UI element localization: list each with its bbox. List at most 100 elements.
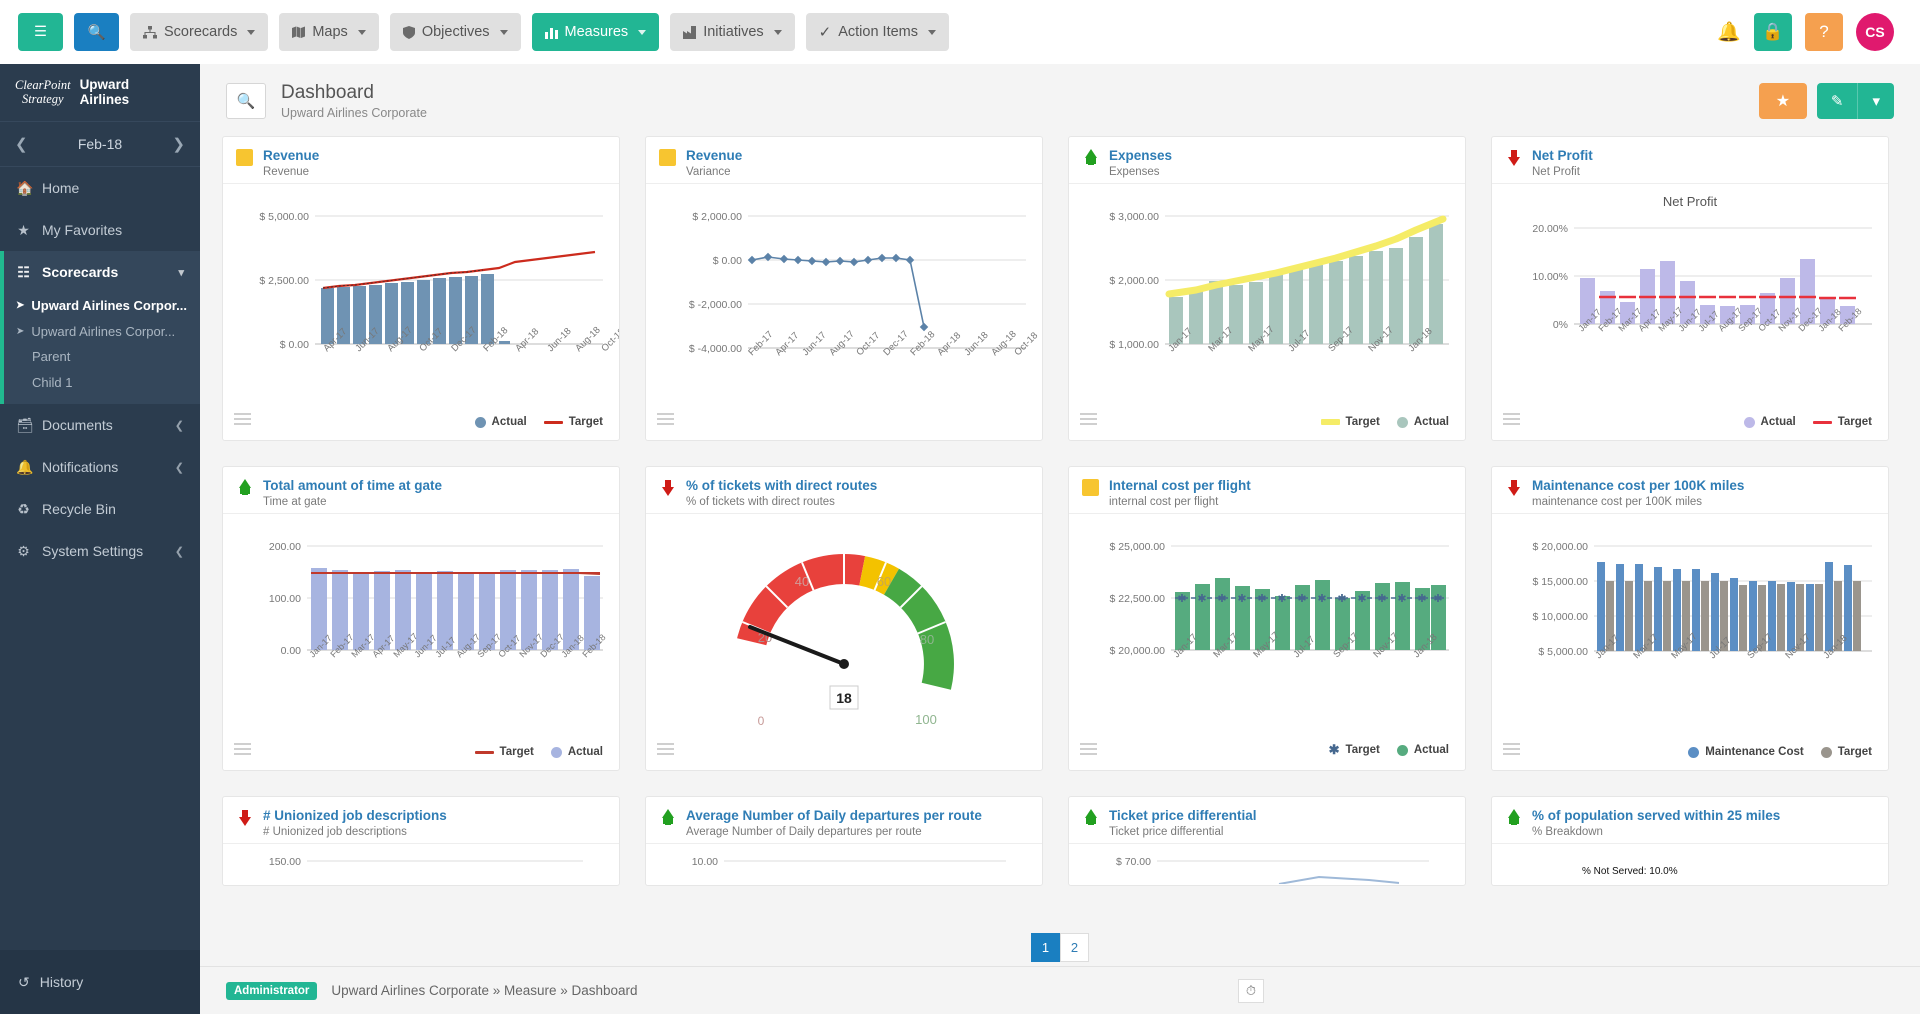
svg-text:$ 22,500.00: $ 22,500.00 xyxy=(1110,593,1166,605)
edit-dashboard-button[interactable]: ✎ ▾ xyxy=(1817,83,1894,119)
brand-logo[interactable]: ClearPoint Strategy Upward Airlines xyxy=(0,64,200,122)
avatar-initials: CS xyxy=(1865,24,1884,40)
chart-svg: $ 5,000.00 $ 2,500.00 $ 0.00 xyxy=(223,184,619,392)
scorecard-child-1[interactable]: ➤ Upward Airlines Corpor... xyxy=(4,319,200,345)
hamburger-menu-button[interactable]: ☰ xyxy=(18,13,63,51)
nav-maps-label: Maps xyxy=(312,24,347,40)
lock-button[interactable]: 🔒 xyxy=(1754,13,1792,51)
sidebar-item-home[interactable]: 🏠 Home xyxy=(0,167,200,209)
sidebar-item-recycle-bin[interactable]: ♻ Recycle Bin xyxy=(0,488,200,530)
card-header: % of population served within 25 miles %… xyxy=(1492,797,1888,844)
chart-menu-button[interactable] xyxy=(1503,743,1520,758)
chart-menu-button[interactable] xyxy=(1503,413,1520,428)
status-indicator-up-arrow xyxy=(659,809,676,826)
page-search-button[interactable]: 🔍 xyxy=(226,83,266,119)
page-button-2[interactable]: 2 xyxy=(1060,933,1089,962)
page-actions: ★ ✎ ▾ xyxy=(1759,83,1894,119)
avatar[interactable]: CS xyxy=(1856,13,1894,51)
card-internal-cost-per-flight[interactable]: Internal cost per flight internal cost p… xyxy=(1068,466,1466,771)
chart-menu-button[interactable] xyxy=(657,743,674,758)
svg-text:Apr-18: Apr-18 xyxy=(935,330,963,358)
card-net-profit[interactable]: Net Profit Net Profit Net Profit 20.00% … xyxy=(1491,136,1889,441)
legend-item[interactable]: Target xyxy=(1821,746,1872,758)
card-average-daily-departures[interactable]: Average Number of Daily departures per r… xyxy=(645,796,1043,886)
chart-menu-button[interactable] xyxy=(1080,743,1097,758)
nav-measures[interactable]: Measures xyxy=(532,13,660,51)
card-subtitle: Revenue xyxy=(263,166,319,178)
scorecard-child-2[interactable]: Parent xyxy=(4,344,200,370)
card-expenses[interactable]: Expenses Expenses $ 3,000.00 $ 2,000.00 … xyxy=(1068,136,1466,441)
chevron-down-icon[interactable]: ▾ xyxy=(1858,92,1894,110)
svg-text:$ 2,500.00: $ 2,500.00 xyxy=(259,275,309,287)
clock-icon[interactable]: ⏱ xyxy=(1238,979,1264,1003)
svg-text:✱: ✱ xyxy=(1257,593,1266,605)
chart-legend: ✱ Target Actual xyxy=(1329,742,1449,758)
sidebar-item-notifications[interactable]: 🔔 Notifications ❮ xyxy=(0,446,200,488)
sidebar-item-my-favorites[interactable]: ★ My Favorites xyxy=(0,209,200,251)
legend-item[interactable]: ✱ Target xyxy=(1329,742,1380,758)
card-population-served[interactable]: % of population served within 25 miles %… xyxy=(1491,796,1889,886)
chevron-down-icon xyxy=(247,30,255,35)
chart-revenue-variance: $ 2,000.00 $ 0.00 $ -2,000.00 $ -4,000.0… xyxy=(646,184,1042,440)
legend-item[interactable]: Actual xyxy=(551,746,603,758)
scorecard-child-1-label: Upward Airlines Corpor... xyxy=(31,322,175,342)
page-button-1[interactable]: 1 xyxy=(1031,933,1060,962)
chart-menu-button[interactable] xyxy=(657,413,674,428)
sidebar-item-system-settings[interactable]: ⚙ System Settings ❮ xyxy=(0,530,200,572)
global-search-button[interactable]: 🔍 xyxy=(74,13,119,51)
bell-icon[interactable]: 🔔 xyxy=(1717,20,1741,44)
chevron-left-icon[interactable]: ❮ xyxy=(15,135,28,153)
chevron-down-icon: ▾ xyxy=(178,266,184,279)
card-direct-routes-gauge[interactable]: % of tickets with direct routes % of tic… xyxy=(645,466,1043,771)
svg-text:✱: ✱ xyxy=(1357,593,1366,605)
nav-scorecards[interactable]: Scorecards xyxy=(130,13,268,51)
scorecard-child-0[interactable]: ➤ Upward Airlines Corpor... xyxy=(4,293,200,319)
legend-item[interactable]: Target xyxy=(544,416,603,428)
nav-objectives[interactable]: Objectives xyxy=(390,13,521,51)
legend-label: Actual xyxy=(568,746,603,758)
chart-time-at-gate: 200.00 100.00 0.00 xyxy=(223,514,619,770)
period-selector[interactable]: ❮ Feb-18 ❯ xyxy=(0,122,200,167)
legend-swatch xyxy=(1813,421,1832,424)
nav-initiatives[interactable]: Initiatives xyxy=(670,13,794,51)
help-button[interactable]: ? xyxy=(1805,13,1843,51)
legend-item[interactable]: Target xyxy=(1813,416,1872,428)
top-navigation-bar: ☰ 🔍 Scorecards Maps Objectives Measures … xyxy=(0,0,1920,64)
legend-item[interactable]: Maintenance Cost xyxy=(1688,746,1803,758)
chart-menu-button[interactable] xyxy=(234,413,251,428)
chart-svg: 150.00 xyxy=(223,844,619,884)
card-total-time-at-gate[interactable]: Total amount of time at gate Time at gat… xyxy=(222,466,620,771)
chart-menu-button[interactable] xyxy=(234,743,251,758)
breadcrumb: Upward Airlines Corporate » Measure » Da… xyxy=(331,983,637,998)
card-subtitle: Expenses xyxy=(1109,166,1172,178)
legend-item[interactable]: Actual xyxy=(1744,416,1796,428)
card-revenue-variance[interactable]: Revenue Variance $ 2,000.00 $ 0.00 $ -2,… xyxy=(645,136,1043,441)
card-revenue[interactable]: Revenue Revenue $ 5,000.00 $ 2,500.00 $ … xyxy=(222,136,620,441)
nav-action-items[interactable]: ✓ Action Items xyxy=(806,13,949,51)
legend-item[interactable]: Target xyxy=(1321,416,1380,428)
sidebar-item-scorecards[interactable]: ☷ Scorecards ▾ xyxy=(0,251,200,293)
chevron-down-icon xyxy=(358,30,366,35)
chart-ticket-price-differential: $ 70.00 xyxy=(1069,844,1465,885)
legend-item[interactable]: Actual xyxy=(1397,744,1449,756)
bell-icon: 🔔 xyxy=(16,459,31,476)
card-title: Revenue xyxy=(686,148,742,164)
chevron-right-icon[interactable]: ❯ xyxy=(172,135,185,153)
sidebar-item-history[interactable]: ↺ History xyxy=(0,950,200,1014)
role-badge: Administrator xyxy=(226,982,317,1000)
favorite-button[interactable]: ★ xyxy=(1759,83,1807,119)
legend-item[interactable]: Target xyxy=(475,746,534,758)
scorecard-child-3[interactable]: Child 1 xyxy=(4,370,200,396)
nav-action-items-label: Action Items xyxy=(838,24,918,40)
legend-item[interactable]: Actual xyxy=(475,416,527,428)
nav-maps[interactable]: Maps xyxy=(279,13,378,51)
card-header: Average Number of Daily departures per r… xyxy=(646,797,1042,844)
chart-average-daily-departures: 10.00 xyxy=(646,844,1042,885)
card-maintenance-cost[interactable]: Maintenance cost per 100K miles maintena… xyxy=(1491,466,1889,771)
card-ticket-price-differential[interactable]: Ticket price differential Ticket price d… xyxy=(1068,796,1466,886)
card-unionized-job-descriptions[interactable]: # Unionized job descriptions # Unionized… xyxy=(222,796,620,886)
chart-menu-button[interactable] xyxy=(1080,413,1097,428)
legend-label: Target xyxy=(500,746,534,758)
sidebar-item-documents[interactable]: 🗃 Documents ❮ xyxy=(0,404,200,446)
legend-item[interactable]: Actual xyxy=(1397,416,1449,428)
